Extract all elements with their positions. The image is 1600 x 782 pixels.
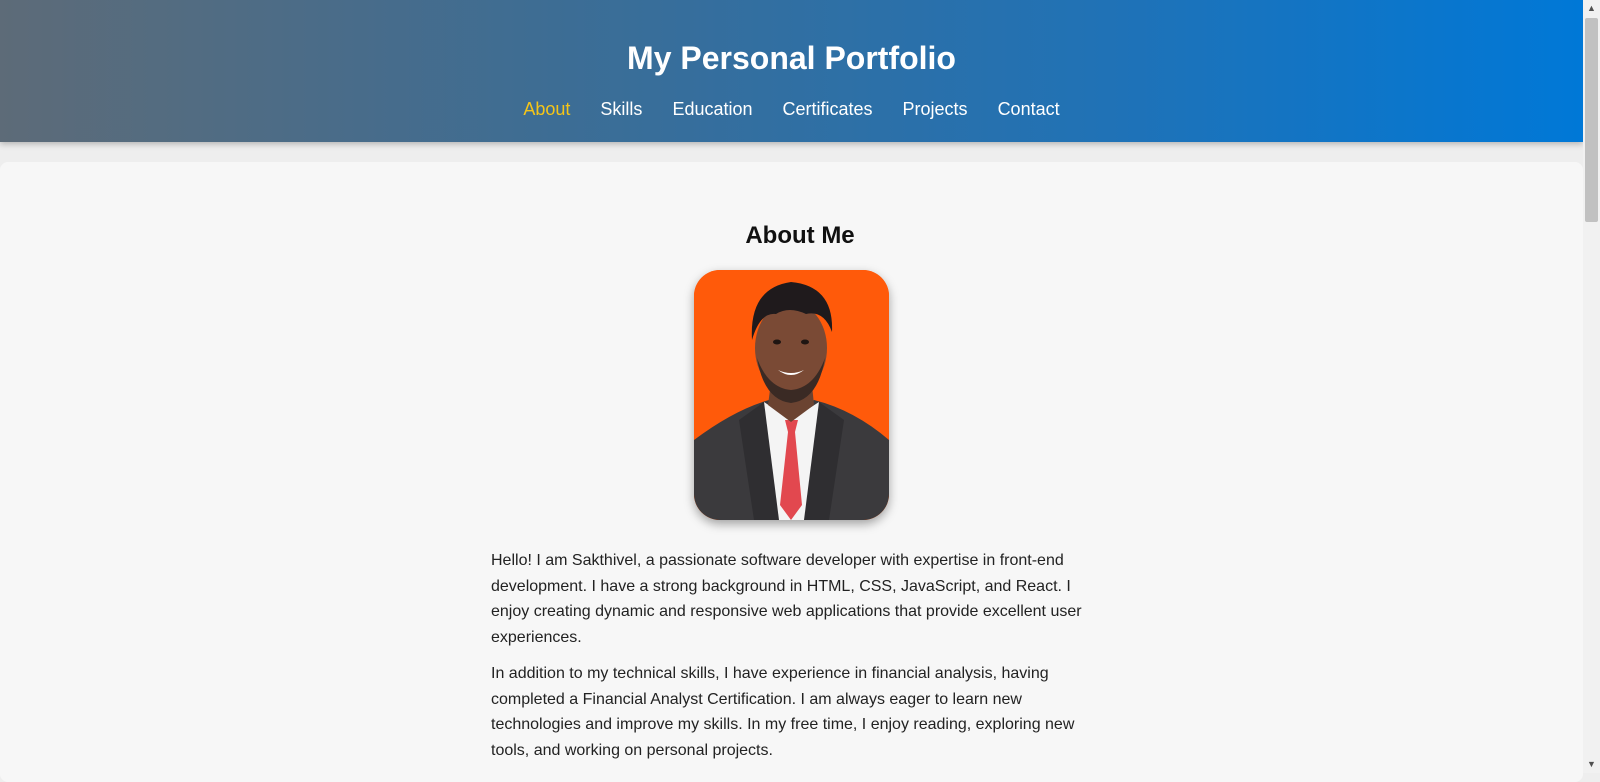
about-heading: About Me (745, 222, 855, 249)
site-title: My Personal Portfolio (627, 40, 956, 76)
vertical-scrollbar[interactable]: ▲ ▼ (1583, 0, 1600, 773)
nav-link-skills[interactable]: Skills (600, 99, 642, 120)
site-header: My Personal Portfolio About Skills Educa… (0, 0, 1583, 142)
nav-link-projects[interactable]: Projects (903, 99, 968, 120)
bio-paragraph: Hello! I am Sakthivel, a passionate soft… (491, 552, 1082, 647)
profile-photo (694, 270, 889, 520)
scrollbar-thumb[interactable] (1585, 18, 1598, 222)
main-nav: About Skills Education Certificates Proj… (0, 99, 1583, 120)
about-bio: Hello! I am Sakthivel, a passionate soft… (491, 548, 1091, 774)
chevron-down-icon[interactable]: ▼ (1583, 756, 1600, 773)
nav-link-education[interactable]: Education (672, 99, 752, 120)
nav-link-certificates[interactable]: Certificates (783, 99, 873, 120)
chevron-up-icon[interactable]: ▲ (1583, 0, 1600, 17)
nav-link-about[interactable]: About (523, 99, 570, 120)
nav-link-contact[interactable]: Contact (998, 99, 1060, 120)
bio-paragraph: In addition to my technical skills, I ha… (491, 664, 1075, 759)
